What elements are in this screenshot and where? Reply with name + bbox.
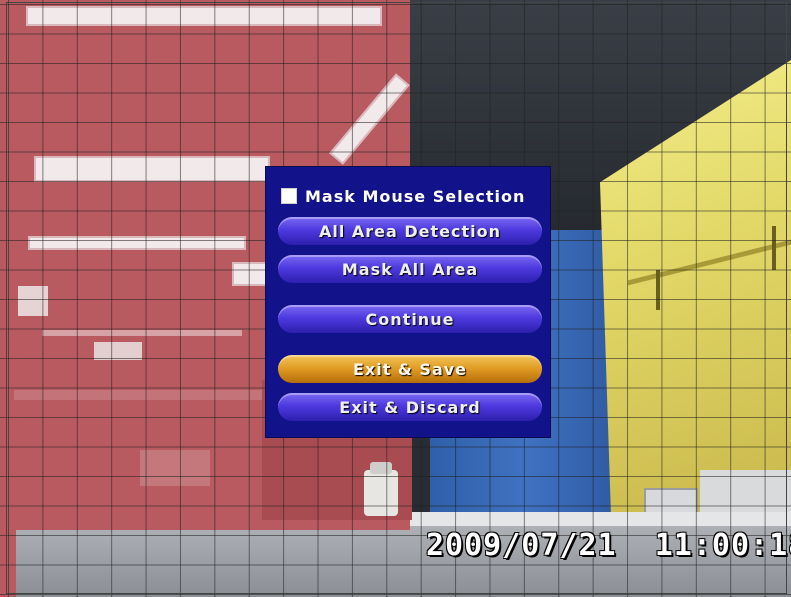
scene-ceiling-light [28,236,246,250]
all-area-detection-button[interactable]: All Area Detection [278,217,542,245]
mask-mouse-selection-label: Mask Mouse Selection [305,186,526,206]
timestamp-overlay: 2009/07/21 11:00:18 [426,528,791,563]
exit-save-button[interactable]: Exit & Save [278,355,542,383]
scene-shelf [14,390,264,400]
mask-mouse-selection-row[interactable]: Mask Mouse Selection [281,185,525,207]
exit-discard-button[interactable]: Exit & Discard [278,393,542,421]
scene-ceiling-light [26,6,382,26]
mask-all-area-button[interactable]: Mask All Area [278,255,542,283]
scene-ceiling-light [34,156,270,182]
scene-vent [18,286,48,316]
camera-view: Mask Mouse Selection All Area Detection … [0,0,791,597]
scene-cabinet-handle [656,270,660,310]
motion-mask-area[interactable] [0,0,16,597]
motion-mask-menu: Mask Mouse Selection All Area Detection … [265,166,551,438]
mask-mouse-selection-checkbox[interactable] [281,188,297,204]
scene-object [140,450,210,486]
scene-cup [364,470,398,516]
continue-button[interactable]: Continue [278,305,542,333]
scene-exit-sign [94,342,142,360]
scene-cabinet-handle [772,226,776,270]
scene-cup-lid [370,462,392,474]
scene-ceiling-rail [42,330,242,336]
